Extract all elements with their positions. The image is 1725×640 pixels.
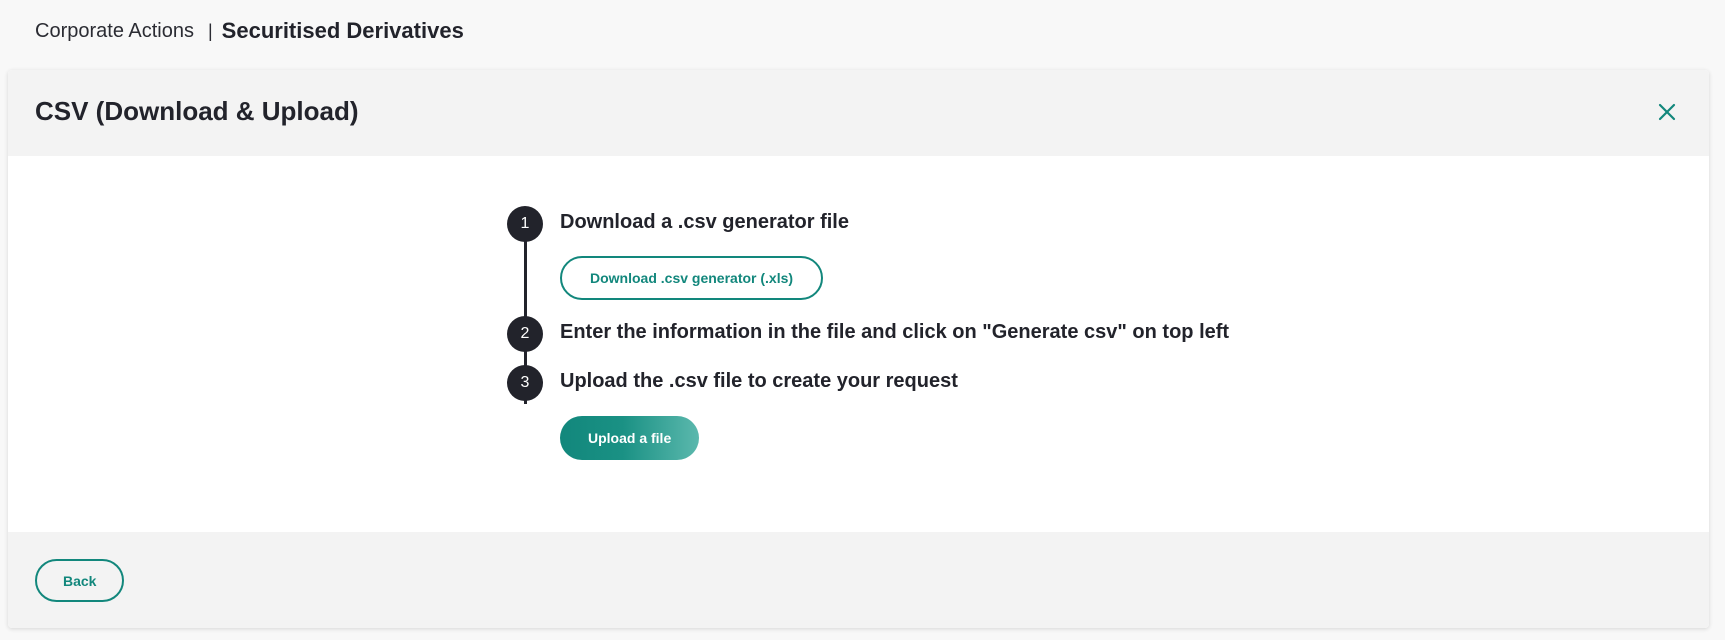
- back-button[interactable]: Back: [35, 559, 125, 602]
- step-1-text: Download a .csv generator file: [560, 211, 849, 233]
- breadcrumb: Corporate Actions | Securitised Derivati…: [35, 16, 464, 46]
- step-2-marker: 2: [507, 316, 543, 352]
- breadcrumb-current: Securitised Derivatives: [221, 18, 464, 43]
- step-1-marker: 1: [507, 206, 543, 242]
- step-2-text: Enter the information in the file and cl…: [560, 321, 1230, 343]
- breadcrumb-parent[interactable]: Corporate Actions: [35, 20, 194, 43]
- step-3-text: Upload the .csv file to create your requ…: [560, 370, 958, 392]
- download-csv-generator-button[interactable]: Download .csv generator (.xls): [560, 256, 824, 300]
- close-button[interactable]: [1649, 94, 1685, 130]
- close-icon: [1658, 103, 1676, 121]
- card-footer: Back: [8, 532, 1709, 628]
- breadcrumb-separator: |: [207, 20, 213, 41]
- card-body: 1 Download a .csv generator file Downloa…: [8, 156, 1709, 532]
- card-header: CSV (Download & Upload): [8, 70, 1709, 156]
- card-title: CSV (Download & Upload): [35, 96, 359, 126]
- csv-card: CSV (Download & Upload) 1 Download a .cs…: [8, 70, 1709, 628]
- stepper: 1 Download a .csv generator file Downloa…: [507, 206, 1267, 506]
- step-3-marker: 3: [507, 365, 543, 401]
- upload-file-button[interactable]: Upload a file: [560, 416, 700, 460]
